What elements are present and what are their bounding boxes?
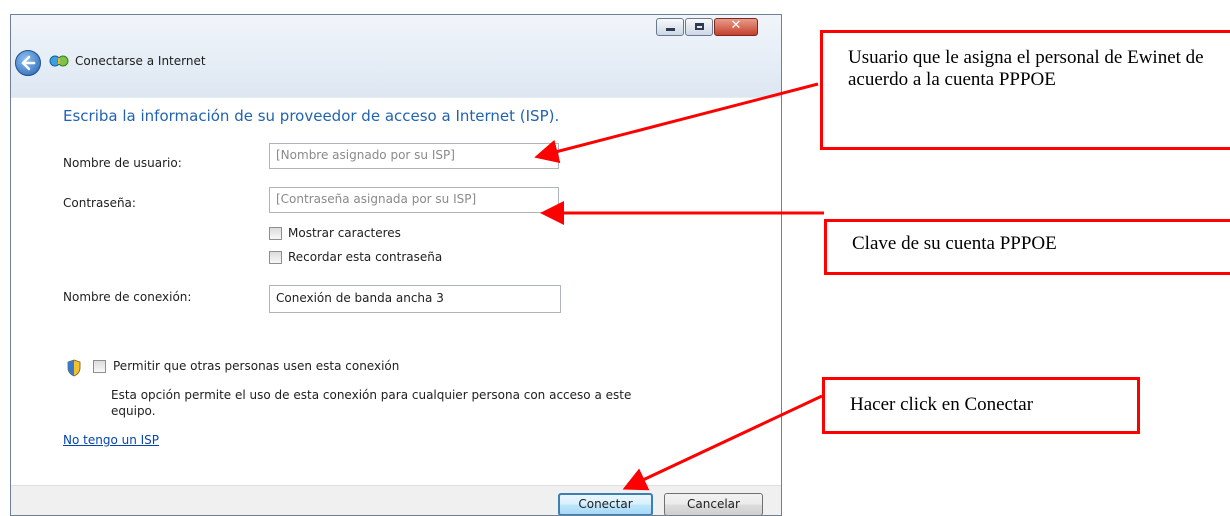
username-arrow [534, 82, 819, 164]
connect-annotation: Hacer click en Conectar [822, 377, 1140, 434]
username-annotation: Usuario que le asigna el personal de Ewi… [820, 30, 1230, 150]
password-annotation: Clave de su cuenta PPPOE [824, 219, 1230, 275]
connect-arrow [622, 394, 823, 491]
